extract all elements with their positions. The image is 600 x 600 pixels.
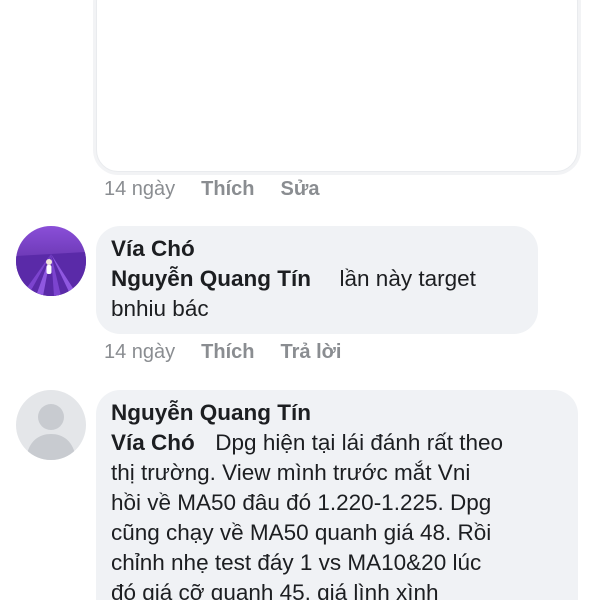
mention-tag[interactable]: Nguyễn Quang Tín <box>111 266 311 291</box>
comment-bubble: Nguyễn Quang Tín Vía Chó Dpg hiện tại lá… <box>96 390 578 600</box>
comment-text: đó giá cỡ quanh 45, giá lình xình <box>111 580 439 600</box>
default-user-avatar-icon <box>16 390 86 460</box>
comment-timestamp[interactable]: 14 ngày <box>104 341 175 364</box>
comment-bubble: Vía Chó Nguyễn Quang Tín lần này target … <box>96 226 538 334</box>
comment-actions-top: 14 ngày Thích Sửa <box>104 174 345 204</box>
comment-timestamp[interactable]: 14 ngày <box>104 178 175 201</box>
like-button[interactable]: Thích <box>201 341 254 364</box>
comment-text: chỉnh nhẹ test đáy 1 vs MA10&20 lúc <box>111 550 482 575</box>
avatar[interactable] <box>16 390 86 460</box>
comment-text: thị trường. View mình trước mắt Vni <box>111 460 471 485</box>
comment-thread: 14 ngày Thích Sửa Vía Chó Nguyễn Quang T… <box>0 0 600 600</box>
comment-text: lần này target <box>339 266 476 291</box>
edit-button[interactable]: Sửa <box>281 178 320 201</box>
reply-button[interactable]: Trả lời <box>281 341 342 364</box>
like-button[interactable]: Thích <box>201 178 254 201</box>
comment-attachment-box[interactable] <box>96 0 578 172</box>
comment-author[interactable]: Vía Chó <box>111 234 524 264</box>
lavender-field-avatar-icon <box>16 226 86 296</box>
comment-text: cũng chạy về MA50 quanh giá 48. Rồi <box>111 520 492 545</box>
mention-tag[interactable]: Vía Chó <box>111 430 195 455</box>
comment-author[interactable]: Nguyễn Quang Tín <box>111 398 564 428</box>
comment-text: hồi về MA50 đâu đó 1.220-1.225. Dpg <box>111 490 492 515</box>
comment-text: bnhiu bác <box>111 296 209 321</box>
avatar[interactable] <box>16 226 86 296</box>
comment-text: Dpg hiện tại lái đánh rất theo <box>215 430 503 455</box>
comment-actions: 14 ngày Thích Trả lời <box>104 337 367 367</box>
